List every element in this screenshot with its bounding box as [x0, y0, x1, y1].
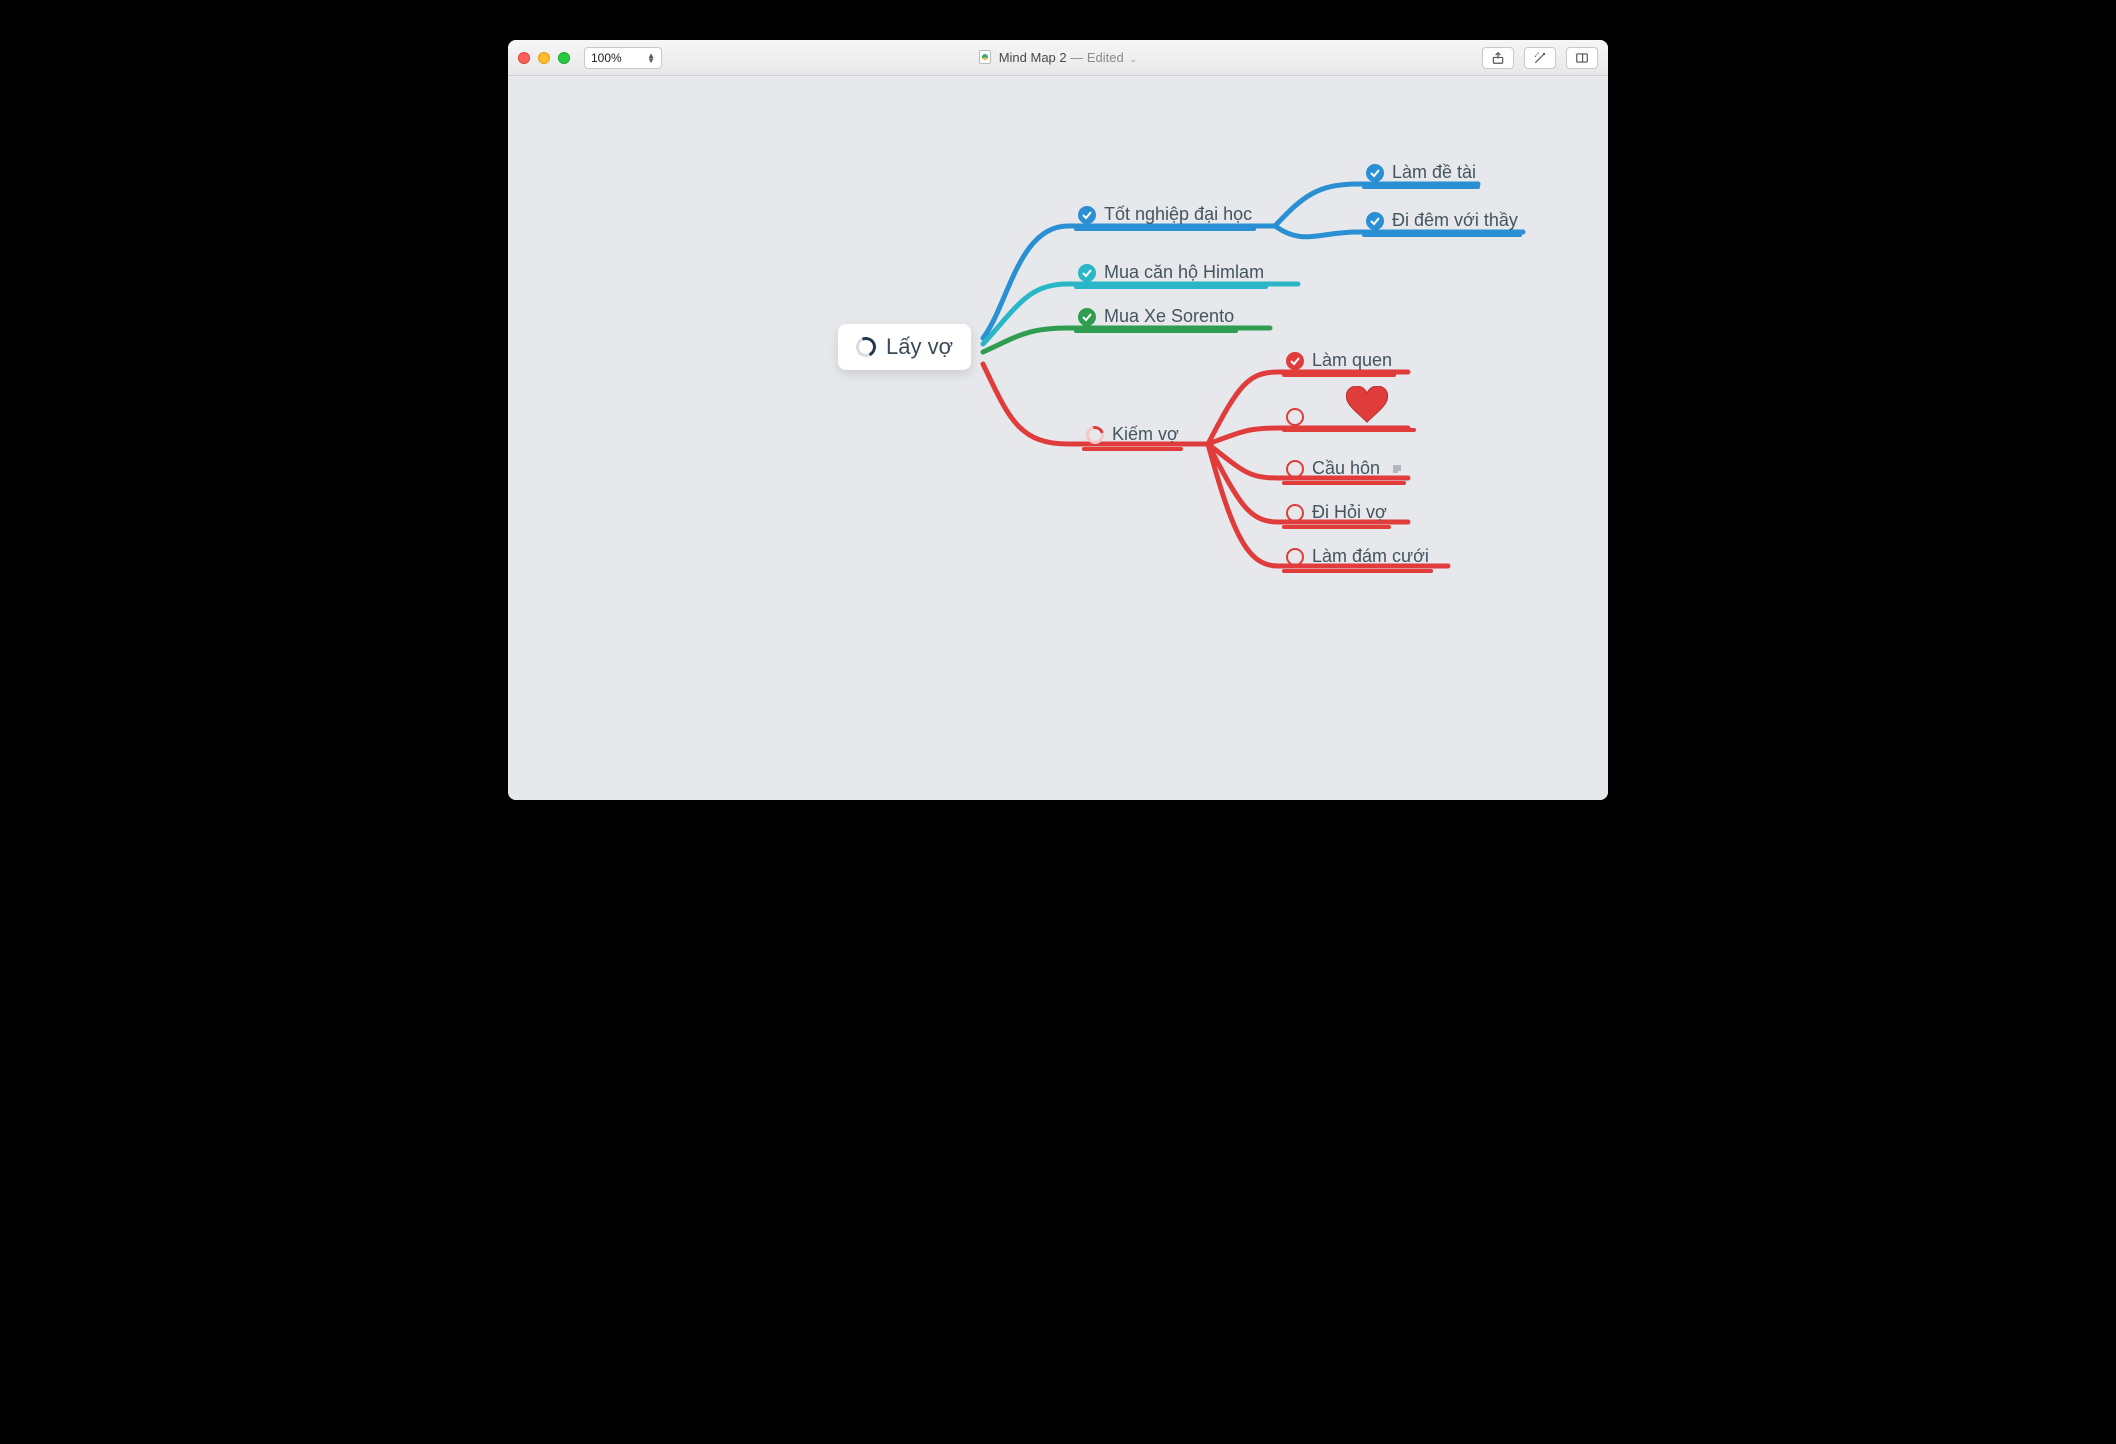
check-icon	[1078, 308, 1096, 326]
note-icon	[1392, 464, 1402, 474]
heart-icon	[1346, 386, 1388, 424]
node-label: Đi Hỏi vợ	[1312, 502, 1387, 523]
zoom-select[interactable]: 100% ▲▼	[584, 47, 662, 69]
share-icon	[1491, 51, 1505, 65]
circle-open-icon	[1286, 504, 1304, 522]
node-label: Kiếm vợ	[1112, 424, 1179, 445]
node-label: Tốt nghiệp đại học	[1104, 204, 1252, 225]
mindmap-canvas[interactable]: Lấy vợ Tốt nghiệp đại học Làm đề tài Đi …	[508, 76, 1608, 800]
check-icon	[1078, 206, 1096, 224]
node-wedding[interactable]: Làm đám cưới	[1286, 546, 1429, 567]
node-apt[interactable]: Mua căn hộ Himlam	[1078, 262, 1264, 283]
node-meet[interactable]: Làm quen	[1286, 350, 1392, 371]
check-icon	[1286, 352, 1304, 370]
check-icon	[1366, 212, 1384, 230]
doc-title-text: Mind Map 2	[999, 50, 1067, 65]
circle-open-icon	[1286, 548, 1304, 566]
node-label: Mua căn hộ Himlam	[1104, 262, 1264, 283]
titlebar: 100% ▲▼ Mind Map 2 — Edited ⌄	[508, 40, 1608, 76]
wand-icon	[1533, 51, 1547, 65]
node-grad[interactable]: Tốt nghiệp đại học	[1078, 204, 1252, 225]
node-propose[interactable]: Cầu hôn	[1286, 458, 1402, 479]
node-ask[interactable]: Đi Hỏi vợ	[1286, 502, 1387, 523]
stepper-icon: ▲▼	[647, 53, 655, 63]
minimize-button[interactable]	[538, 52, 550, 64]
zoom-value: 100%	[591, 51, 622, 65]
traffic-lights	[518, 52, 570, 64]
node-label: Làm đám cưới	[1312, 546, 1429, 567]
chevron-down-icon: ⌄	[1129, 54, 1137, 64]
window-title: Mind Map 2 — Edited ⌄	[508, 50, 1608, 65]
check-icon	[1078, 264, 1096, 282]
progress-ring-icon	[853, 334, 879, 360]
edited-indicator: — Edited	[1070, 50, 1123, 65]
node-night[interactable]: Đi đêm với thầy	[1366, 210, 1518, 231]
share-button[interactable]	[1482, 47, 1514, 69]
node-label: Cầu hôn	[1312, 458, 1380, 479]
node-label: Làm đề tài	[1392, 162, 1476, 183]
check-icon	[1366, 164, 1384, 182]
circle-open-icon	[1286, 460, 1304, 478]
node-label: Mua Xe Sorento	[1104, 306, 1234, 327]
node-label: Làm quen	[1312, 350, 1392, 371]
document-icon	[979, 50, 991, 64]
sidebar-toggle-button[interactable]	[1566, 47, 1598, 69]
circle-open-icon	[1286, 408, 1304, 426]
panels-icon	[1575, 51, 1589, 65]
node-topic[interactable]: Làm đề tài	[1366, 162, 1476, 183]
maximize-button[interactable]	[558, 52, 570, 64]
node-findwife[interactable]: Kiếm vợ	[1086, 424, 1179, 445]
app-window: 100% ▲▼ Mind Map 2 — Edited ⌄	[508, 40, 1608, 800]
close-button[interactable]	[518, 52, 530, 64]
root-node[interactable]: Lấy vợ	[838, 324, 971, 370]
node-car[interactable]: Mua Xe Sorento	[1078, 306, 1234, 327]
root-label: Lấy vợ	[886, 334, 953, 360]
node-label: Đi đêm với thầy	[1392, 210, 1518, 231]
style-button[interactable]	[1524, 47, 1556, 69]
progress-ring-icon	[1083, 422, 1108, 447]
